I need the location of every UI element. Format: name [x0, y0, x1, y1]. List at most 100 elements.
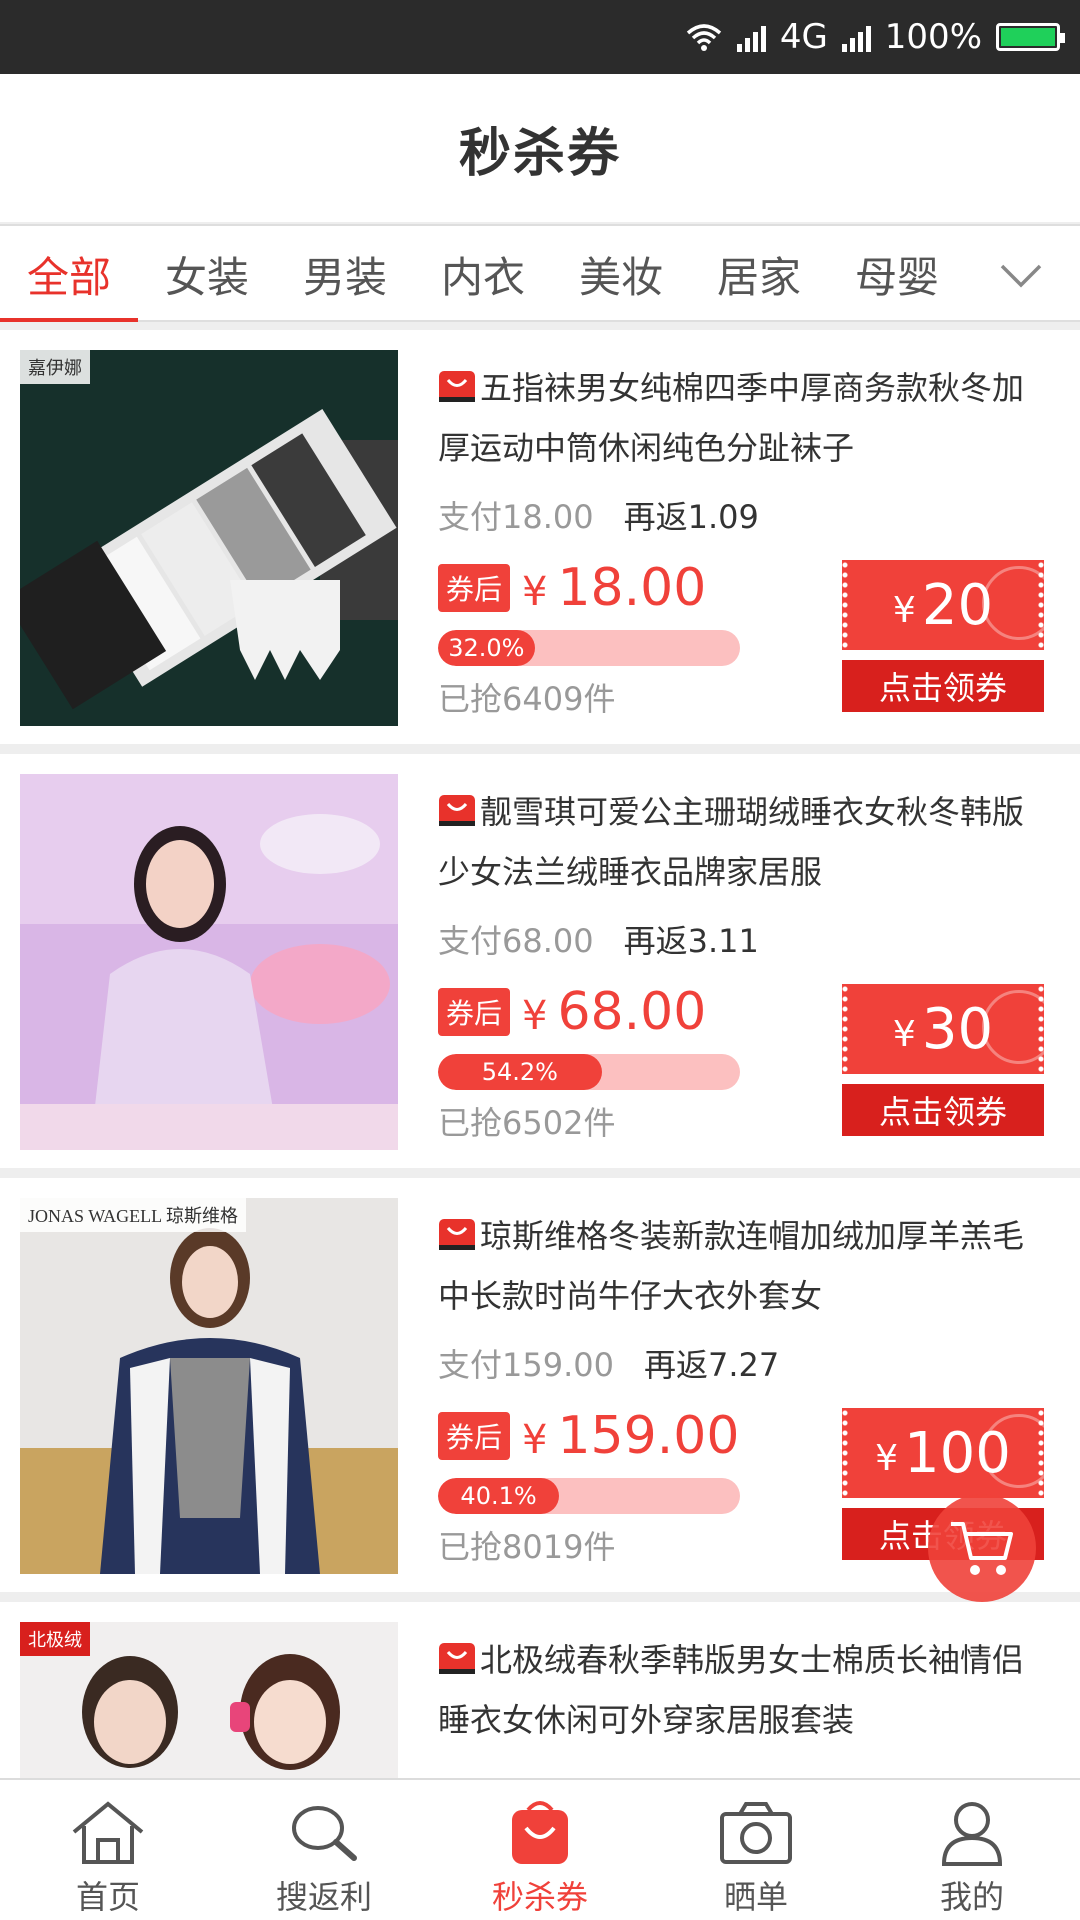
- final-price: ¥18.00: [522, 558, 706, 618]
- progress-fill: 54.2%: [438, 1054, 602, 1090]
- yen-symbol: ¥: [892, 589, 916, 631]
- tab-label: 母婴: [854, 252, 939, 302]
- product-card[interactable]: 靓雪琪可爱公主珊瑚绒睡衣女秋冬韩版少女法兰绒睡衣品牌家居服 支付68.00 再返3…: [0, 754, 1080, 1168]
- signal-icon: [736, 22, 766, 52]
- product-list: 嘉伊娜 五指袜男女纯棉四季中厚商务款秋冬加厚运动中筒休闲纯色分趾袜子 支付18.…: [0, 330, 1080, 1778]
- user-icon: [941, 1802, 1003, 1866]
- price-row: 券后 ¥18.00: [438, 558, 706, 618]
- final-price: ¥159.00: [522, 1406, 739, 1466]
- price-value: 68.00: [557, 982, 707, 1042]
- product-title: 琼斯维格冬装新款连帽加绒加厚羊羔毛中长款时尚牛仔大衣外套女: [438, 1206, 1048, 1326]
- tab-label: 居家: [716, 252, 801, 302]
- bag-icon: [512, 1801, 568, 1864]
- tab-women[interactable]: 女装: [138, 226, 276, 322]
- pay-row: 支付68.00 再返3.11: [438, 916, 759, 962]
- header: 秒杀券: [0, 74, 1080, 222]
- sold-count: 已抢6409件: [438, 680, 616, 718]
- nav-mine[interactable]: 我的: [864, 1780, 1080, 1920]
- final-price: ¥68.00: [522, 982, 706, 1042]
- floating-cart-button[interactable]: [928, 1494, 1036, 1602]
- product-title-text: 琼斯维格冬装新款连帽加绒加厚羊羔毛中长款时尚牛仔大衣外套女: [438, 1217, 1025, 1315]
- battery-percent: 100%: [884, 17, 982, 57]
- yen-symbol: ¥: [522, 1417, 548, 1463]
- tab-baby[interactable]: 母婴: [828, 226, 966, 322]
- nav-flash-coupon[interactable]: 秒杀券: [432, 1780, 648, 1920]
- progress-fill: 32.0%: [438, 630, 535, 666]
- battery-icon: [996, 23, 1065, 51]
- tmall-bag-icon: [439, 795, 475, 826]
- sold-progress: 32.0%: [438, 630, 740, 666]
- nav-share-order[interactable]: 晒单: [648, 1780, 864, 1920]
- status-bar: 4G 100%: [0, 0, 1080, 74]
- network-type: 4G: [779, 17, 828, 57]
- pay-row: 支付159.00 再返7.27: [438, 1340, 779, 1386]
- price-value: 159.00: [557, 1406, 740, 1466]
- bottom-nav: 首页 搜返利 秒杀券 晒单 我的: [0, 1778, 1080, 1920]
- coupon-ticket[interactable]: ¥20: [842, 560, 1044, 650]
- tmall-bag-icon: [439, 1643, 475, 1674]
- product-title-text: 靓雪琪可爱公主珊瑚绒睡衣女秋冬韩版少女法兰绒睡衣品牌家居服: [438, 793, 1025, 891]
- after-coupon-badge: 券后: [438, 988, 511, 1036]
- search-icon: [292, 1806, 357, 1861]
- after-coupon-badge: 券后: [438, 564, 511, 612]
- camera-icon: [720, 1802, 792, 1864]
- product-card[interactable]: 北极绒 北极绒春秋季韩版男女士棉质长袖情侣睡衣女休闲可外穿家居服套装: [0, 1602, 1080, 1778]
- price-row: 券后 ¥68.00: [438, 982, 706, 1042]
- tab-label: 全部: [26, 252, 111, 302]
- cart-icon: [951, 1522, 1013, 1575]
- get-coupon-button[interactable]: 点击领券: [842, 660, 1044, 712]
- tab-men[interactable]: 男装: [276, 226, 414, 322]
- tab-home[interactable]: 居家: [690, 226, 828, 322]
- product-image: [20, 774, 398, 1150]
- nav-label: 我的: [939, 1878, 1004, 1916]
- tab-underwear[interactable]: 内衣: [414, 226, 552, 322]
- sold-progress: 54.2%: [438, 1054, 740, 1090]
- coupon-ticket[interactable]: ¥100: [842, 1408, 1044, 1498]
- cashback-amount: 再返3.11: [623, 922, 759, 960]
- nav-label: 搜返利: [275, 1878, 372, 1916]
- sold-count: 已抢6502件: [438, 1104, 616, 1142]
- nav-label: 秒杀券: [491, 1878, 588, 1916]
- product-title: 靓雪琪可爱公主珊瑚绒睡衣女秋冬韩版少女法兰绒睡衣品牌家居服: [438, 782, 1048, 902]
- home-icon: [72, 1801, 144, 1864]
- tab-beauty[interactable]: 美妆: [552, 226, 690, 322]
- product-image: 北极绒: [20, 1622, 398, 1778]
- progress-fill: 40.1%: [438, 1478, 560, 1514]
- nav-search[interactable]: 搜返利: [216, 1780, 432, 1920]
- signal-icon-2: [841, 22, 871, 52]
- brand-logo: JONAS WAGELL 琼斯维格: [20, 1198, 246, 1232]
- cashback-amount: 再返1.09: [623, 498, 759, 536]
- pay-amount: 支付18.00: [438, 498, 594, 536]
- nav-label: 晒单: [723, 1878, 788, 1916]
- price-row: 券后 ¥159.00: [438, 1406, 739, 1466]
- product-title-text: 五指袜男女纯棉四季中厚商务款秋冬加厚运动中筒休闲纯色分趾袜子: [438, 369, 1025, 467]
- price-value: 18.00: [557, 558, 707, 618]
- nav-label: 首页: [75, 1878, 140, 1916]
- cashback-amount: 再返7.27: [643, 1346, 780, 1384]
- nav-home[interactable]: 首页: [0, 1780, 216, 1920]
- brand-logo: 嘉伊娜: [20, 350, 90, 384]
- yen-symbol: ¥: [892, 1013, 916, 1055]
- tab-label: 男装: [302, 252, 387, 302]
- get-coupon-button[interactable]: 点击领券: [842, 1084, 1044, 1136]
- tmall-bag-icon: [439, 1219, 475, 1250]
- wifi-icon: [686, 24, 721, 51]
- product-image: 嘉伊娜: [20, 350, 398, 726]
- tab-label: 内衣: [440, 252, 525, 302]
- tab-all[interactable]: 全部: [0, 226, 138, 322]
- pay-row: 支付18.00 再返1.09: [438, 492, 759, 538]
- pay-amount: 支付68.00: [438, 922, 594, 960]
- tmall-bag-icon: [439, 371, 475, 402]
- chevron-down-icon[interactable]: [998, 252, 1044, 298]
- product-card[interactable]: 嘉伊娜 五指袜男女纯棉四季中厚商务款秋冬加厚运动中筒休闲纯色分趾袜子 支付18.…: [0, 330, 1080, 744]
- product-card[interactable]: JONAS WAGELL 琼斯维格 琼斯维格冬装新款连帽加绒加厚羊羔毛中长款时尚…: [0, 1178, 1080, 1592]
- product-title-text: 北极绒春秋季韩版男女士棉质长袖情侣睡衣女休闲可外穿家居服套装: [438, 1641, 1025, 1739]
- brand-logo: 北极绒: [20, 1622, 90, 1656]
- coupon-ticket[interactable]: ¥30: [842, 984, 1044, 1074]
- after-coupon-badge: 券后: [438, 1412, 511, 1460]
- pay-amount: 支付159.00: [438, 1346, 614, 1384]
- sold-progress: 40.1%: [438, 1478, 740, 1514]
- sold-count: 已抢8019件: [438, 1528, 616, 1566]
- status-indicators: 4G 100%: [685, 0, 1065, 74]
- yen-symbol: ¥: [522, 993, 548, 1039]
